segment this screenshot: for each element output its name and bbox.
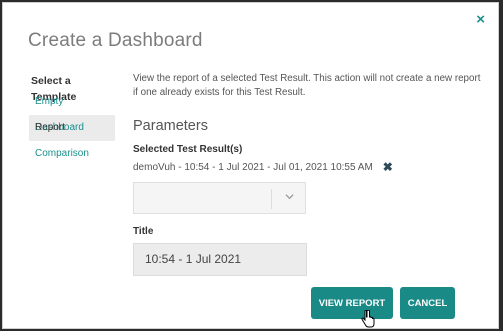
selected-test-results-label: Selected Test Result(s) xyxy=(133,144,243,155)
title-input[interactable]: 10:54 - 1 Jul 2021 xyxy=(133,243,307,276)
template-content: View the report of a selected Test Resul… xyxy=(133,72,483,276)
create-dashboard-dialog: × Create a Dashboard Select a Template E… xyxy=(2,2,499,329)
remove-x-icon[interactable]: ✖ xyxy=(383,160,393,174)
selected-test-result: demoVuh - 10:54 - 1 Jul 2021 - Jul 01, 2… xyxy=(133,160,483,174)
parameters-heading: Parameters xyxy=(133,118,208,134)
sidebar-item-comparison[interactable]: Comparison xyxy=(29,141,115,167)
dropdown-divider xyxy=(271,189,272,209)
view-report-button[interactable]: VIEW REPORT xyxy=(311,287,393,319)
hand-cursor-icon xyxy=(361,310,375,328)
template-description: View the report of a selected Test Resul… xyxy=(133,73,481,98)
sidebar-heading: Select a Template xyxy=(31,75,77,103)
title-label: Title xyxy=(133,226,154,237)
chevron-down-icon[interactable] xyxy=(285,192,294,204)
cancel-button[interactable]: CANCEL xyxy=(400,287,455,319)
test-result-dropdown[interactable] xyxy=(133,182,306,214)
dialog-title: Create a Dashboard xyxy=(28,30,203,51)
template-sidebar: Select a Template Empty Dashboard Report… xyxy=(29,73,115,167)
selected-test-result-text: demoVuh - 10:54 - 1 Jul 2021 - Jul 01, 2… xyxy=(133,161,373,173)
close-icon[interactable]: × xyxy=(476,11,485,29)
